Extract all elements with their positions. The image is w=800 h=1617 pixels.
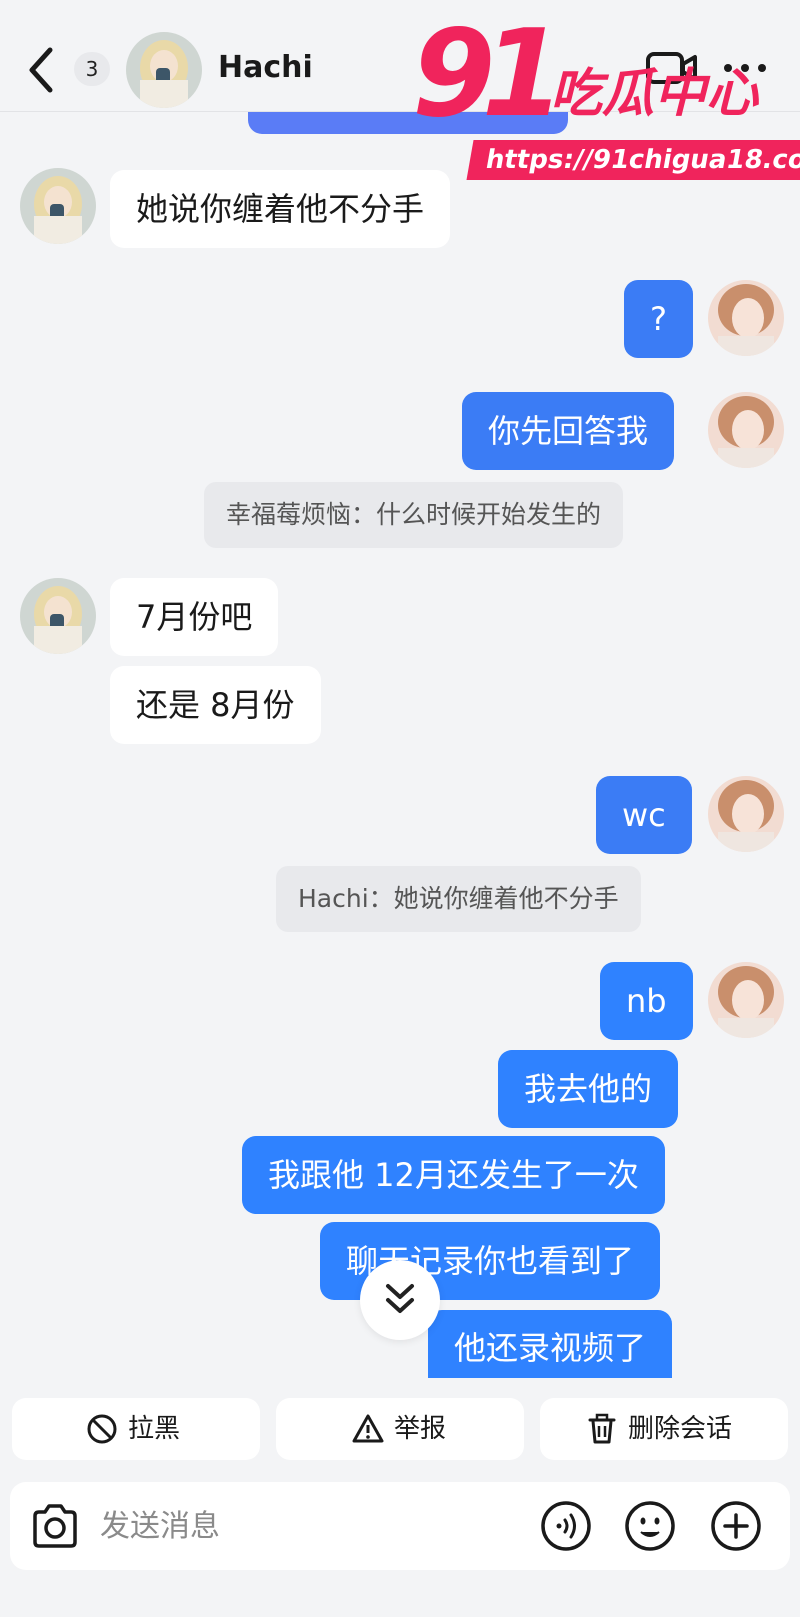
sender-avatar[interactable] — [20, 168, 96, 244]
message-bubble-outgoing[interactable]: 我去他的 — [498, 1050, 679, 1128]
message-bubble-outgoing[interactable]: ? — [624, 280, 693, 358]
quoted-reply[interactable]: 幸福莓烦恼：什么时候开始发生的 — [204, 482, 624, 548]
message-bubble-outgoing[interactable]: nb — [600, 962, 693, 1040]
warning-icon — [352, 1414, 384, 1443]
delete-conversation-button[interactable]: 删除会话 — [540, 1398, 788, 1460]
contact-name[interactable]: Hachi — [218, 50, 313, 85]
block-button[interactable]: 拉黑 — [12, 1398, 260, 1460]
message-bubble-incoming[interactable]: 还是 8月份 — [110, 666, 321, 744]
my-avatar[interactable] — [708, 776, 784, 852]
scroll-to-bottom-button[interactable] — [360, 1260, 440, 1340]
chevron-double-down-icon — [386, 1284, 414, 1313]
sender-avatar[interactable] — [20, 578, 96, 654]
my-avatar[interactable] — [708, 280, 784, 356]
report-button[interactable]: 举报 — [276, 1398, 524, 1460]
my-avatar[interactable] — [708, 392, 784, 468]
message-input-bar — [10, 1482, 790, 1570]
back-button[interactable] — [22, 42, 62, 98]
voice-icon[interactable] — [540, 1500, 592, 1552]
message-bubble-incoming[interactable]: 她说你缠着他不分手 — [110, 170, 451, 248]
message-bubble-outgoing[interactable]: 我跟他 12月还发生了一次 — [242, 1136, 665, 1214]
back-arrow-icon — [29, 47, 53, 93]
contact-avatar[interactable] — [126, 32, 202, 108]
watermark: 91 吃瓜中心 https://91chigua18.com — [400, 10, 800, 180]
camera-icon[interactable] — [30, 1502, 80, 1550]
message-bubble-incoming[interactable]: 7月份吧 — [110, 578, 279, 656]
message-bubble-outgoing[interactable]: 他还录视频了 — [428, 1310, 673, 1378]
delete-conversation-label: 删除会话 — [628, 1414, 733, 1444]
unread-count-badge: 3 — [74, 52, 110, 86]
message-bubble-outgoing[interactable]: wc — [596, 776, 692, 854]
message-bubble-outgoing[interactable]: 你先回答我 — [462, 392, 675, 470]
trash-icon — [588, 1413, 616, 1444]
my-avatar[interactable] — [708, 962, 784, 1038]
plus-icon[interactable] — [710, 1500, 762, 1552]
watermark-title: 吃瓜中心 — [550, 64, 759, 124]
report-label: 举报 — [394, 1414, 447, 1444]
watermark-url: https://91chigua18.com — [466, 140, 800, 180]
watermark-number: 91 — [412, 5, 565, 144]
emoji-icon[interactable] — [624, 1500, 676, 1552]
quoted-reply[interactable]: Hachi：她说你缠着他不分手 — [276, 866, 641, 932]
block-icon — [87, 1414, 117, 1444]
message-input[interactable] — [100, 1500, 480, 1552]
block-label: 拉黑 — [128, 1414, 181, 1444]
